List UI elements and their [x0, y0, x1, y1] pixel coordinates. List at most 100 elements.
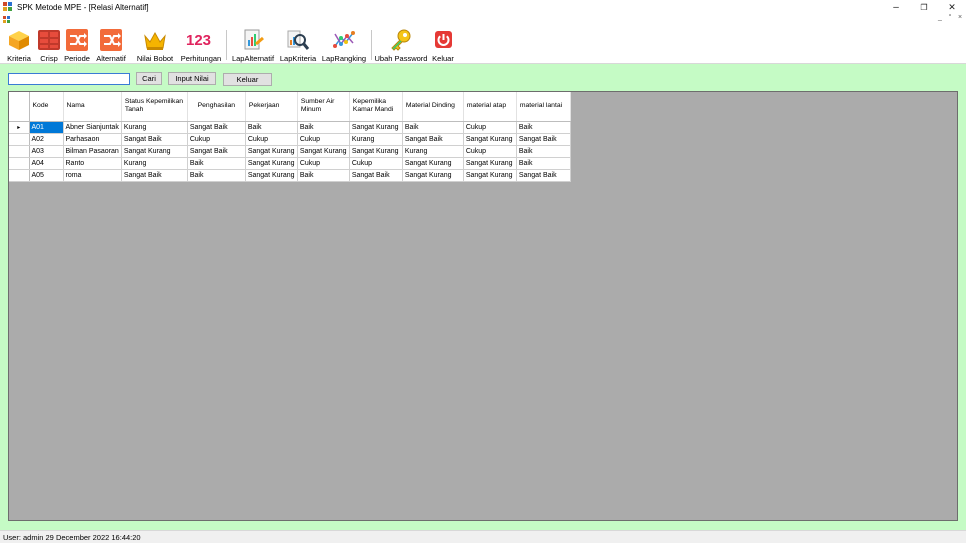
grid-cell[interactable]: Sangat Baik: [349, 169, 403, 182]
column-header-pekerjaan[interactable]: Pekerjaan: [245, 92, 298, 122]
grid-cell[interactable]: Sangat Kurang: [402, 169, 464, 182]
toolbar-kriteria-button[interactable]: Kriteria: [4, 28, 34, 63]
table-row[interactable]: ▸ A01 Abner Sianjuntak Kurang Sangat Bai…: [9, 121, 571, 134]
status-text: User: admin 29 December 2022 16:44:20: [3, 532, 141, 542]
search-input[interactable]: [8, 73, 130, 85]
column-header-kode[interactable]: Kode: [29, 92, 64, 122]
toolbar-lapkriteria-button[interactable]: LapKriteria: [279, 28, 317, 63]
grid-cell[interactable]: Baik: [516, 121, 571, 134]
grid-cell[interactable]: Sangat Kurang: [245, 145, 298, 158]
grid-cell[interactable]: Sangat Kurang: [245, 169, 298, 182]
column-header-kepemilika-kamar-mandi[interactable]: Kepemilika Kamar Mandi: [349, 92, 403, 122]
column-header-penghasilan[interactable]: Penghasilan: [187, 92, 246, 122]
grid-cell[interactable]: Kurang: [349, 133, 403, 146]
grid-cell[interactable]: Sangat Kurang: [463, 157, 517, 170]
grid-cell[interactable]: Sangat Baik: [121, 133, 188, 146]
toolbar-nilai-bobot-button[interactable]: Nilai Bobot: [135, 28, 175, 63]
table-row[interactable]: A05 roma Sangat Baik Baik Sangat Kurang …: [9, 169, 571, 182]
grid-cell[interactable]: Baik: [402, 121, 464, 134]
column-header-status-kepemilikan-tanah[interactable]: Status Kepemilikan Tanah: [121, 92, 188, 122]
restore-button[interactable]: ❐: [910, 0, 938, 14]
toolbar-alternatif-button[interactable]: Alternatif: [94, 28, 128, 63]
toolbar-crisp-button[interactable]: Crisp: [36, 28, 62, 63]
row-header[interactable]: [9, 133, 30, 146]
grid-cell[interactable]: Baik: [516, 157, 571, 170]
toolbar-keluar-button[interactable]: Keluar: [430, 28, 456, 63]
grid-cell[interactable]: Cukup: [463, 145, 517, 158]
grid-cell[interactable]: roma: [63, 169, 122, 182]
grid-cell[interactable]: Kurang: [121, 121, 188, 134]
mdi-child-icon[interactable]: [3, 16, 11, 24]
box-icon: [7, 28, 31, 52]
grid-cell[interactable]: Baik: [187, 157, 246, 170]
column-header-nama[interactable]: Nama: [63, 92, 122, 122]
close-button[interactable]: ✕: [938, 0, 966, 14]
grid-cell[interactable]: A01: [29, 121, 64, 134]
grid-cell[interactable]: Sangat Kurang: [463, 169, 517, 182]
table-row[interactable]: A02 Parhasaon Sangat Baik Cukup Cukup Cu…: [9, 133, 571, 146]
grid-cell[interactable]: Sangat Baik: [187, 121, 246, 134]
grid-cell[interactable]: Baik: [516, 145, 571, 158]
toolbar-lapalternatif-button[interactable]: LapAlternatif: [229, 28, 277, 63]
grid-cell[interactable]: Sangat Kurang: [402, 157, 464, 170]
column-header-sumber-air-minum[interactable]: Sumber Air Minum: [297, 92, 350, 122]
table-row[interactable]: A04 Ranto Kurang Baik Sangat Kurang Cuku…: [9, 157, 571, 170]
row-header[interactable]: [9, 157, 30, 170]
grid-cell[interactable]: Ranto: [63, 157, 122, 170]
keluar-button[interactable]: Keluar: [223, 73, 272, 86]
grid-cell[interactable]: Bilman Pasaoran: [63, 145, 122, 158]
cari-button[interactable]: Cari: [136, 72, 162, 85]
row-indicator[interactable]: ▸: [9, 121, 30, 134]
column-header-material-dinding[interactable]: Material Dinding: [402, 92, 464, 122]
toolbar-perhitungan-button[interactable]: 123 Perhitungan: [180, 28, 222, 63]
table-row[interactable]: A03 Bilman Pasaoran Sangat Kurang Sangat…: [9, 145, 571, 158]
grid-cell[interactable]: Baik: [245, 121, 298, 134]
grid-cell[interactable]: A04: [29, 157, 64, 170]
grid-cell[interactable]: Sangat Baik: [516, 169, 571, 182]
grid-cell[interactable]: Baik: [187, 169, 246, 182]
grid-cell[interactable]: Cukup: [349, 157, 403, 170]
grid-cell[interactable]: Kurang: [402, 145, 464, 158]
mdi-close-button[interactable]: ×: [956, 14, 964, 21]
row-header[interactable]: [9, 145, 30, 158]
grid-cell[interactable]: Cukup: [463, 121, 517, 134]
grid-cell[interactable]: Sangat Kurang: [463, 133, 517, 146]
input-nilai-button[interactable]: Input Nilai: [168, 72, 216, 85]
grid-cell[interactable]: A03: [29, 145, 64, 158]
grid-cell[interactable]: Kurang: [121, 157, 188, 170]
minimize-button[interactable]: –: [882, 0, 910, 14]
grid-cell[interactable]: Sangat Baik: [402, 133, 464, 146]
grid-cell[interactable]: Sangat Kurang: [297, 145, 350, 158]
grid-cell[interactable]: A05: [29, 169, 64, 182]
report-chart-icon: [241, 28, 265, 52]
grid-cell[interactable]: Cukup: [297, 157, 350, 170]
grid-cell[interactable]: Sangat Kurang: [349, 145, 403, 158]
grid-corner-header[interactable]: [9, 92, 30, 122]
row-header[interactable]: [9, 169, 30, 182]
grid-cell[interactable]: Cukup: [245, 133, 298, 146]
grid-cell[interactable]: Sangat Kurang: [121, 145, 188, 158]
column-header-material-atap[interactable]: material atap: [463, 92, 517, 122]
data-grid[interactable]: Kode Nama Status Kepemilikan Tanah Pengh…: [8, 91, 958, 521]
grid-cell[interactable]: Parhasaon: [63, 133, 122, 146]
grid-cell[interactable]: Baik: [297, 169, 350, 182]
column-header-material-lantai[interactable]: material lantai: [516, 92, 571, 122]
grid-cell[interactable]: Abner Sianjuntak: [63, 121, 122, 134]
toolbar-separator: [226, 30, 227, 60]
grid-cell[interactable]: Sangat Baik: [121, 169, 188, 182]
mdi-restore-button[interactable]: °: [946, 14, 954, 21]
shuffle-icon: [65, 28, 89, 52]
toolbar-ubah-password-button[interactable]: Ubah Password: [374, 28, 428, 63]
grid-cell[interactable]: Sangat Kurang: [349, 121, 403, 134]
toolbar-periode-button[interactable]: Periode: [63, 28, 91, 63]
grid-cell[interactable]: Cukup: [187, 133, 246, 146]
grid-cell[interactable]: Sangat Kurang: [245, 157, 298, 170]
grid-cell[interactable]: Cukup: [297, 133, 350, 146]
grid-cell[interactable]: Baik: [297, 121, 350, 134]
toolbar-laprangking-button[interactable]: LapRangking: [320, 28, 368, 63]
shuffle-icon: [99, 28, 123, 52]
grid-cell[interactable]: A02: [29, 133, 64, 146]
grid-cell[interactable]: Sangat Baik: [187, 145, 246, 158]
grid-cell[interactable]: Sangat Baik: [516, 133, 571, 146]
mdi-minimize-button[interactable]: _: [936, 14, 944, 21]
